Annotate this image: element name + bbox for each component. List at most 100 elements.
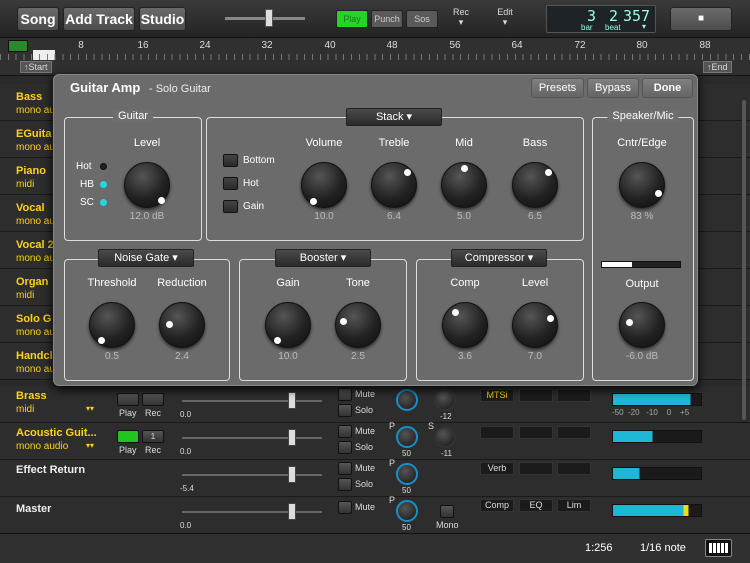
scrollbar[interactable] [742, 100, 746, 420]
reduction-knob[interactable] [159, 302, 205, 348]
stack-dropdown[interactable]: Stack ▾ [346, 108, 442, 126]
ruler-ticks [0, 54, 750, 60]
treble-knob[interactable] [371, 162, 417, 208]
volume-fader[interactable] [288, 392, 296, 409]
fx-slot[interactable]: Comp [480, 499, 514, 512]
fx-slot[interactable] [519, 389, 553, 402]
pan-value: 50 [402, 523, 411, 532]
noise-gate-dropdown[interactable]: Noise Gate ▾ [98, 249, 194, 267]
guitar-level-knob[interactable] [124, 162, 170, 208]
rec-menu[interactable]: Rec ▾ [446, 7, 476, 28]
track-name[interactable]: Acoustic Guit... [16, 427, 99, 439]
output-knob[interactable] [619, 302, 665, 348]
pan-knob[interactable] [396, 389, 418, 411]
threshold-knob[interactable] [89, 302, 135, 348]
solo-button[interactable] [338, 441, 352, 454]
done-button[interactable]: Done [642, 78, 693, 98]
send-knob[interactable] [434, 426, 456, 448]
play-button[interactable]: Play [336, 10, 368, 28]
studio-button[interactable]: Studio [139, 7, 186, 31]
track-menu-icon[interactable]: ▾▾ [86, 404, 94, 413]
mute-button[interactable] [338, 388, 352, 401]
edit-menu[interactable]: Edit ▾ [490, 7, 520, 28]
fx-slot[interactable]: Verb [480, 462, 514, 475]
play-toggle[interactable] [117, 393, 139, 406]
send-knob[interactable] [434, 389, 456, 411]
keyboard-icon[interactable] [705, 539, 732, 557]
volume-fader[interactable] [288, 503, 296, 520]
fx-slot[interactable]: MTSi [480, 389, 514, 402]
sos-button[interactable]: Sos [406, 10, 438, 28]
tempo-slider-handle[interactable] [265, 9, 273, 27]
volume-knob[interactable] [301, 162, 347, 208]
bass-knob[interactable] [512, 162, 558, 208]
fx-slot[interactable] [557, 389, 591, 402]
snap-setting[interactable]: 1/16 note [640, 542, 686, 554]
rec-toggle[interactable] [142, 393, 164, 406]
solo-button[interactable] [338, 404, 352, 417]
mute-button[interactable] [338, 462, 352, 475]
add-track-button[interactable]: Add Track [63, 7, 135, 31]
bypass-button[interactable]: Bypass [587, 78, 639, 98]
mono-button[interactable] [440, 505, 454, 518]
compressor-dropdown[interactable]: Compressor ▾ [451, 249, 547, 267]
position-counter[interactable]: 3 2 357 bar beat ▾ [546, 5, 656, 33]
fx-slot[interactable]: Lim [557, 499, 591, 512]
pickup-hb-led[interactable] [100, 181, 107, 188]
track-name[interactable]: Effect Return [16, 464, 99, 476]
track-row[interactable]: Brass midi ▾▾ Play Rec 0.0 Mute Solo -12… [0, 386, 750, 423]
solo-button[interactable] [338, 478, 352, 491]
track-name[interactable]: Master [16, 503, 99, 515]
start-marker[interactable]: ↑Start [20, 61, 52, 73]
hot-checkbox[interactable] [223, 177, 238, 190]
volume-label: Volume [305, 137, 343, 149]
mute-label: Mute [355, 389, 376, 399]
booster-dropdown[interactable]: Booster ▾ [275, 249, 371, 267]
pickup-sc-label: SC [80, 197, 94, 208]
booster-gain-knob[interactable] [265, 302, 311, 348]
pan-knob[interactable] [396, 500, 418, 522]
pickup-sc-led[interactable] [100, 199, 107, 206]
stop-button[interactable]: ■ [670, 7, 732, 31]
mute-button[interactable] [338, 501, 352, 514]
fx-slot[interactable] [480, 426, 514, 439]
cntr-edge-knob[interactable] [619, 162, 665, 208]
volume-fader[interactable] [288, 466, 296, 483]
play-toggle[interactable] [117, 430, 139, 443]
rec-label: Rec [145, 408, 162, 418]
bottom-label: Bottom [243, 155, 275, 166]
threshold-value: 0.5 [105, 351, 119, 362]
fx-slot[interactable]: EQ [519, 499, 553, 512]
track-row[interactable]: Effect Return -5.4 Mute Solo P 50 Verb [0, 458, 750, 497]
track-row[interactable]: Acoustic Guit... mono audio ▾▾ 1 Play Re… [0, 421, 750, 460]
fx-slot[interactable] [557, 426, 591, 439]
timeline-ruler[interactable]: 8 16 24 32 40 48 56 64 72 80 88 ↑Start ↑… [0, 38, 750, 76]
ruler-mark: 8 [78, 40, 84, 51]
tone-knob[interactable] [335, 302, 381, 348]
volume-fader[interactable] [288, 429, 296, 446]
track-row[interactable]: Master 0.0 Mute P 50 Mono Comp EQ Lim [0, 495, 750, 534]
loop-toggle[interactable] [8, 40, 28, 52]
program-number[interactable]: 1 [142, 430, 164, 443]
pan-knob[interactable] [396, 463, 418, 485]
mid-knob[interactable] [441, 162, 487, 208]
ruler-mark: 40 [324, 40, 336, 51]
track-menu-icon[interactable]: ▾▾ [86, 441, 94, 450]
fx-slot[interactable] [557, 462, 591, 475]
song-button[interactable]: Song [17, 7, 59, 31]
fx-slot[interactable] [519, 462, 553, 475]
gain-checkbox[interactable] [223, 200, 238, 213]
bottom-checkbox[interactable] [223, 154, 238, 167]
pickup-hot-led[interactable] [100, 163, 107, 170]
punch-button[interactable]: Punch [371, 10, 403, 28]
comp-knob[interactable] [442, 302, 488, 348]
level-value: 12.0 dB [129, 211, 165, 222]
comp-level-knob[interactable] [512, 302, 558, 348]
track-name[interactable]: Brass [16, 390, 99, 402]
ruler-mark: 48 [386, 40, 398, 51]
presets-button[interactable]: Presets [531, 78, 584, 98]
mute-button[interactable] [338, 425, 352, 438]
end-marker[interactable]: ↑End [703, 61, 732, 73]
pan-knob[interactable] [396, 426, 418, 448]
fx-slot[interactable] [519, 426, 553, 439]
